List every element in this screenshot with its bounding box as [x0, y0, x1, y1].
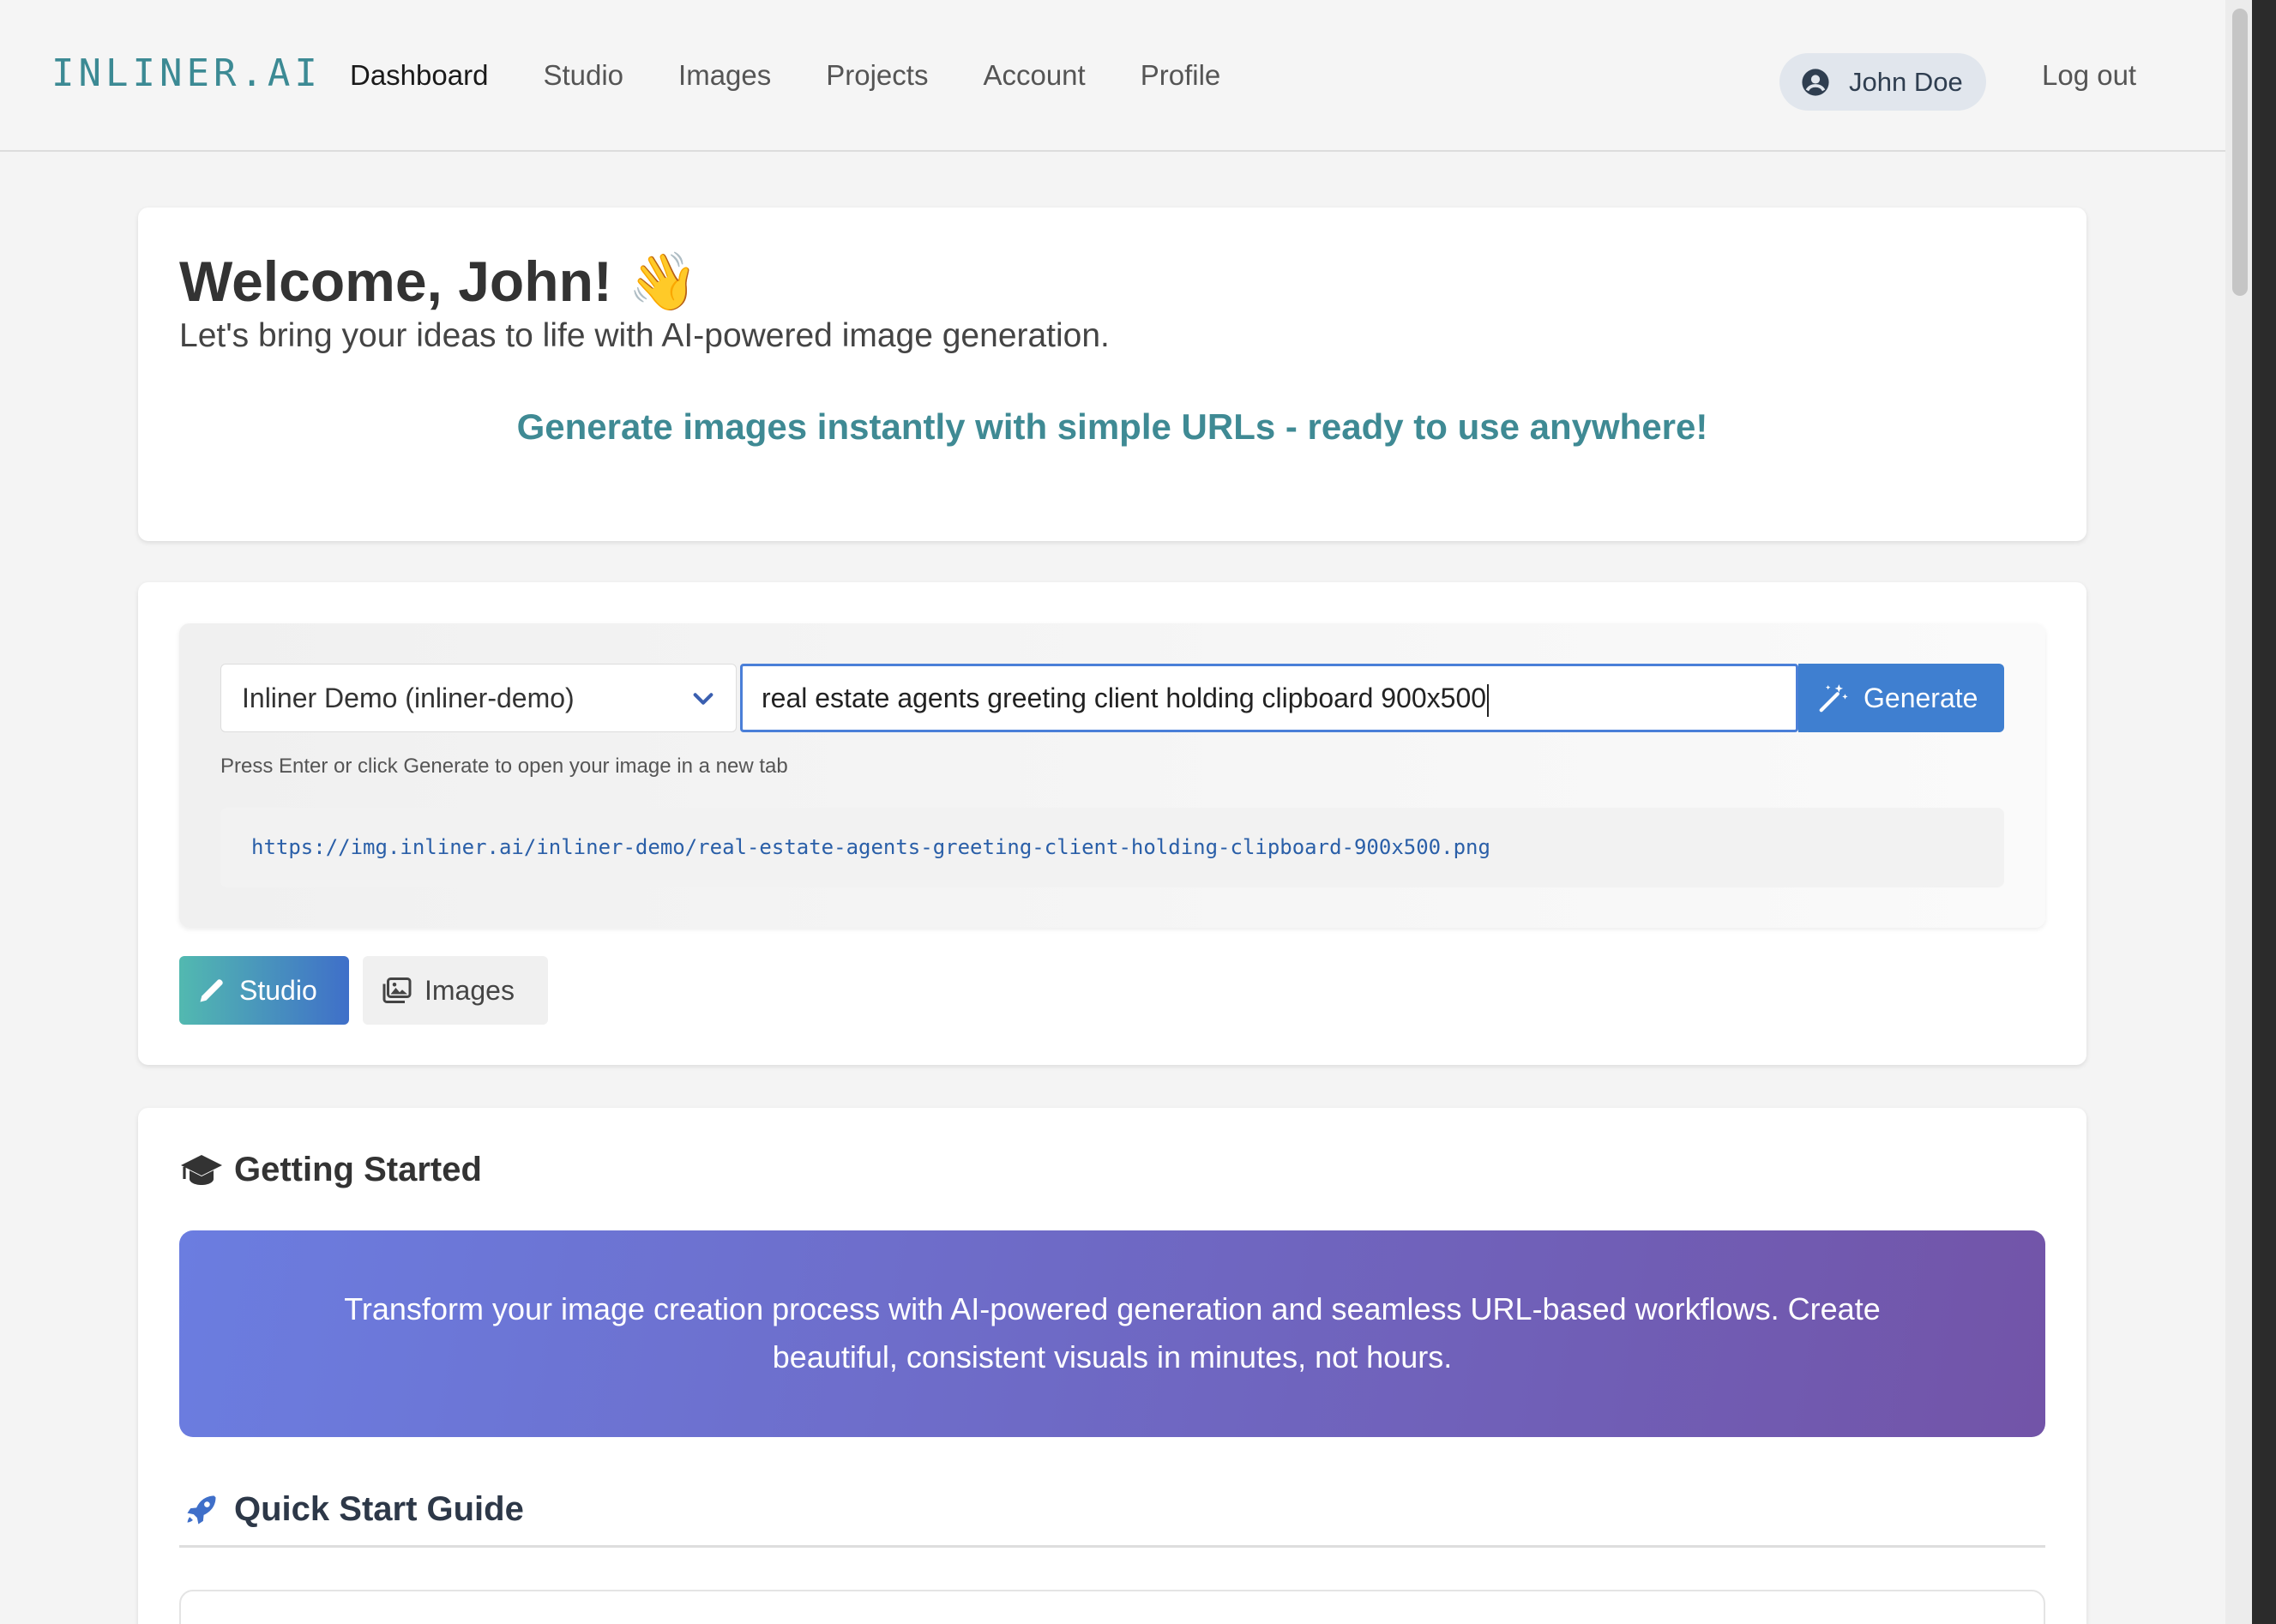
- getting-started-banner: Transform your image creation process wi…: [179, 1230, 2045, 1437]
- generator-panel: Inliner Demo (inliner-demo) real estate …: [179, 623, 2045, 928]
- nav-link-account[interactable]: Account: [983, 57, 1085, 94]
- magic-wand-icon: [1819, 684, 1848, 713]
- getting-started-card: Getting Started Transform your image cre…: [138, 1108, 2086, 1624]
- prompt-input[interactable]: real estate agents greeting client holdi…: [740, 664, 1798, 732]
- studio-button-label: Studio: [239, 974, 317, 1006]
- quick-start-panel: [179, 1590, 2045, 1624]
- welcome-card: Welcome, John! 👋 Let's bring your ideas …: [138, 208, 2086, 541]
- images-icon: [382, 977, 412, 1003]
- user-name: John Doe: [1849, 66, 1963, 97]
- studio-button[interactable]: Studio: [179, 956, 349, 1025]
- quick-start-heading: Quick Start Guide: [179, 1490, 524, 1529]
- chevron-down-icon: [693, 693, 714, 705]
- images-button-label: Images: [424, 974, 515, 1006]
- generate-hint: Press Enter or click Generate to open yo…: [220, 755, 788, 778]
- scrollbar-thumb[interactable]: [2232, 9, 2248, 296]
- text-caret: [1487, 683, 1490, 717]
- pencil-icon: [200, 979, 223, 1002]
- nav-link-projects[interactable]: Projects: [826, 57, 928, 94]
- project-select[interactable]: Inliner Demo (inliner-demo): [220, 664, 737, 732]
- welcome-tagline: Generate images instantly with simple UR…: [516, 406, 1708, 447]
- top-navbar: INLINER.AI Dashboard Studio Images Proje…: [0, 0, 2225, 152]
- window-edge: [2252, 0, 2276, 1624]
- images-button[interactable]: Images: [363, 956, 548, 1025]
- user-circle-icon: [1802, 68, 1829, 96]
- nav-link-images[interactable]: Images: [678, 57, 771, 94]
- nav-links: Dashboard Studio Images Projects Account…: [350, 57, 1275, 94]
- quick-start-title: Quick Start Guide: [234, 1490, 524, 1528]
- banner-text: Transform your image creation process wi…: [344, 1291, 1881, 1374]
- welcome-heading: Welcome, John! 👋: [179, 250, 699, 313]
- nav-link-profile[interactable]: Profile: [1141, 57, 1221, 94]
- generated-url[interactable]: https://img.inliner.ai/inliner-demo/real…: [220, 808, 2004, 887]
- project-select-value: Inliner Demo (inliner-demo): [242, 683, 575, 713]
- graduation-cap-icon: [181, 1154, 222, 1185]
- nav-link-dashboard[interactable]: Dashboard: [350, 57, 488, 94]
- generate-button-label: Generate: [1864, 682, 1978, 713]
- generate-button[interactable]: Generate: [1798, 664, 2004, 732]
- logout-link[interactable]: Log out: [2042, 57, 2136, 94]
- prompt-input-value: real estate agents greeting client holdi…: [762, 683, 1487, 713]
- welcome-subtitle: Let's bring your ideas to life with AI-p…: [179, 317, 1110, 354]
- page-scrollbar[interactable]: [2225, 0, 2276, 1624]
- brand-logo[interactable]: INLINER.AI: [51, 51, 322, 95]
- getting-started-heading: Getting Started: [179, 1151, 482, 1189]
- nav-link-studio[interactable]: Studio: [543, 57, 623, 94]
- rocket-icon: [187, 1495, 216, 1524]
- generator-card: Inliner Demo (inliner-demo) real estate …: [138, 582, 2086, 1065]
- divider: [179, 1545, 2045, 1548]
- getting-started-title: Getting Started: [234, 1151, 482, 1188]
- user-menu-button[interactable]: John Doe: [1779, 53, 1986, 111]
